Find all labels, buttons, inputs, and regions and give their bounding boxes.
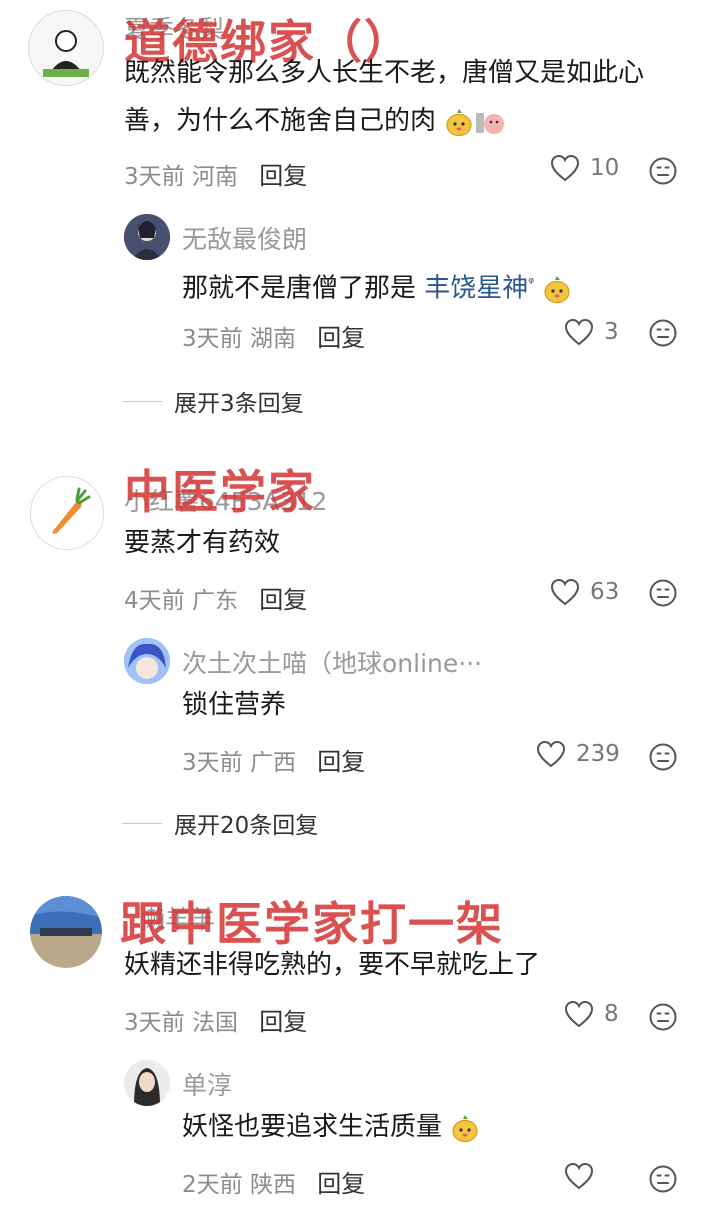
avatar[interactable] [124,638,170,684]
like-button[interactable]: 8 [564,1000,619,1028]
reply-text: 妖怪也要追求生活质量 [182,1102,480,1152]
like-button[interactable]: 10 [550,154,619,182]
dislike-icon[interactable] [648,742,678,772]
comment-time: 3天前 [124,1010,185,1036]
heart-icon [564,1000,594,1028]
dislike-icon[interactable] [648,1002,678,1032]
like-count: 3 [604,319,619,345]
comment-text: 要蒸才有药效 [124,528,281,558]
reply-location: 广西 [249,750,296,776]
reply-meta: 3天前 湖南 回复 [182,318,365,353]
reply-time: 3天前 [182,750,243,776]
reply-button[interactable]: 回复 [259,1008,307,1036]
avatar[interactable] [30,476,104,550]
reply-button[interactable]: 回复 [259,162,307,190]
like-count: 63 [590,579,620,605]
comment-meta: 3天前 法国 回复 [124,1002,307,1037]
overlay-caption: 中医学家 [124,465,316,519]
comment-text: 妖精还非得吃熟的，要不早就吃上了 [124,950,541,980]
dislike-icon[interactable] [648,318,678,348]
comment-location: 河南 [191,164,238,190]
reply-time: 3天前 [182,326,243,352]
comment-meta: 4天前 广东 回复 [124,580,307,615]
reply-text: 那就不是唐僧了那是 丰饶星神ᵠ [182,258,572,314]
like-button[interactable]: 3 [564,318,619,346]
reply-meta: 3天前 广西 回复 [182,742,365,777]
reply-location: 陕西 [249,1172,296,1198]
heart-icon [564,1162,594,1190]
reply-meta: 2天前 陕西 回复 [182,1164,365,1199]
reply-text-content: 那就不是唐僧了那是 [182,273,417,304]
comment-text: 善，为什么不施舍自己的肉 [124,96,505,146]
comment-text-line: 既然能令那么多人长生不老，唐僧又是如此心 [124,58,645,88]
reply-location: 湖南 [249,326,296,352]
heart-icon [550,154,580,182]
expand-label: 展开3条回复 [174,391,304,417]
topic-link[interactable]: 丰饶星神 [424,274,528,304]
reply-text-content: 妖怪也要追求生活质量 [182,1112,443,1142]
comment-meta: 3天前 河南 回复 [124,156,307,191]
expand-replies-button[interactable]: 展开20条回复 [122,806,318,840]
like-count: 239 [576,741,620,767]
comment-time: 3天前 [124,164,185,190]
reply-text: 锁住营养 [182,690,287,720]
comment-location: 法国 [191,1010,238,1036]
like-button[interactable] [564,1162,604,1190]
like-count: 10 [590,155,620,181]
reply-button[interactable]: 回复 [317,324,365,352]
reply-button[interactable]: 回复 [317,748,365,776]
reply-time: 2天前 [182,1172,243,1198]
divider [122,822,162,824]
comment-text-line: 善，为什么不施舍自己的肉 [124,106,437,136]
emoji-pear-icon [450,1113,480,1143]
comment-time: 4天前 [124,588,185,614]
reply-username[interactable]: 单淳 [182,1066,232,1102]
heart-icon [550,578,580,606]
emoji-pig-icon [476,112,505,134]
avatar[interactable] [28,10,104,86]
heart-icon [536,740,566,768]
dislike-icon[interactable] [648,156,678,186]
dislike-icon[interactable] [648,578,678,608]
comment-location: 广东 [191,588,238,614]
reply-button[interactable]: 回复 [259,586,307,614]
heart-icon [564,318,594,346]
search-icon: ᵠ [528,275,535,291]
expand-replies-button[interactable]: 展开3条回复 [122,384,304,418]
emoji-pear-icon [444,107,474,137]
like-count: 8 [604,1001,619,1027]
reply-username[interactable]: 次土次土喵（地球online··· [182,644,482,680]
divider [122,400,162,402]
emoji-pear-icon [542,274,572,304]
reply-username[interactable]: 无敌最俊朗 [182,220,307,256]
dislike-icon[interactable] [648,1164,678,1194]
reply-button[interactable]: 回复 [317,1170,365,1198]
avatar[interactable] [124,1060,170,1106]
avatar[interactable] [124,214,170,260]
expand-label: 展开20条回复 [174,813,319,839]
like-button[interactable]: 63 [550,578,619,606]
comment-text: 既然能令那么多人长生不老，唐僧又是如此心 [124,48,644,98]
like-button[interactable]: 239 [536,740,620,768]
avatar[interactable] [30,896,102,968]
